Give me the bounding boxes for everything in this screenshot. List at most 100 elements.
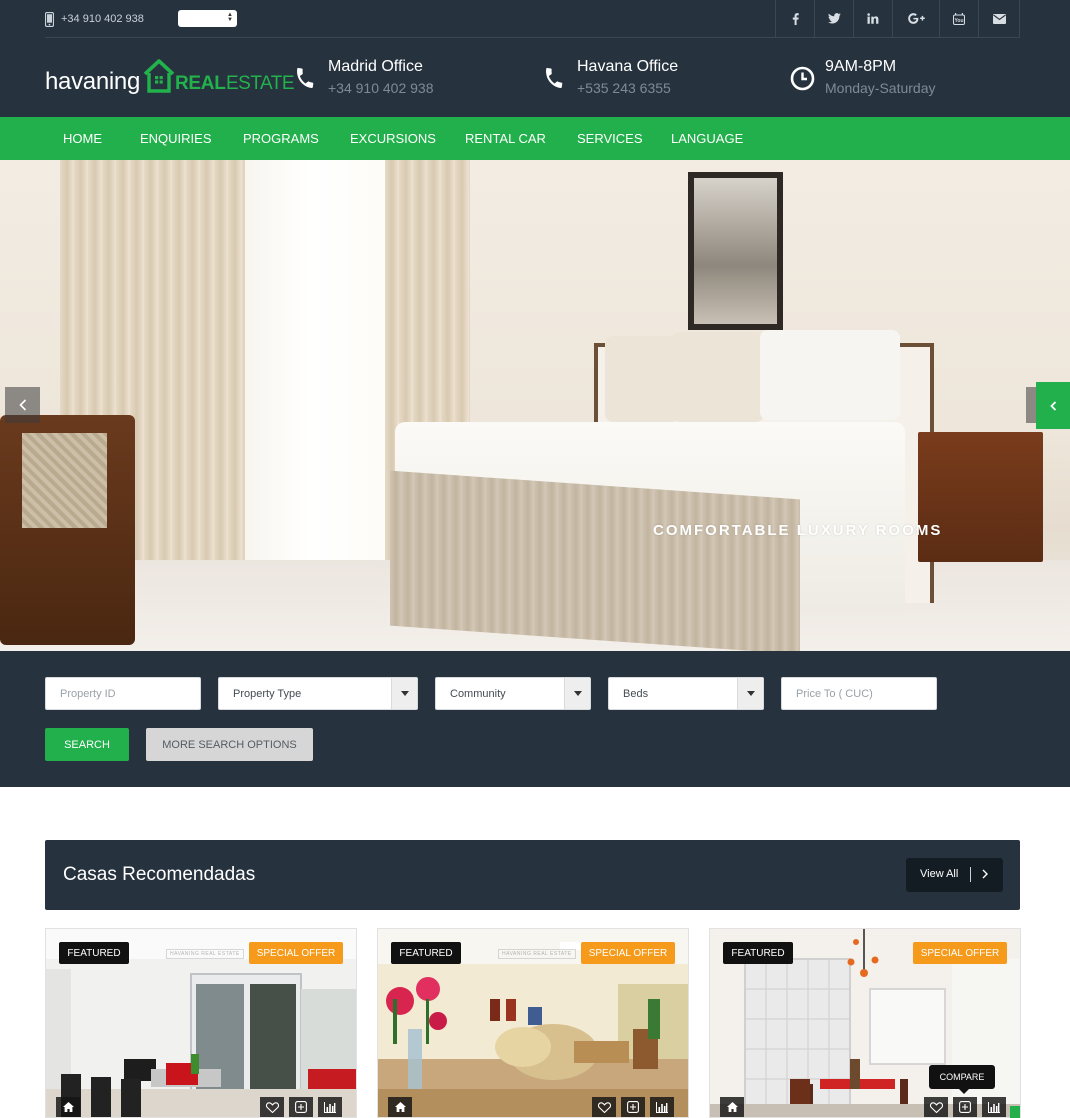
property-card[interactable]: FEATURED SPECIAL OFFER COMPARE [709,928,1021,1118]
compare-tooltip: COMPARE [929,1065,995,1094]
property-id-placeholder: Property ID [60,688,116,700]
beds-select[interactable]: Beds [608,677,764,710]
contact-madrid: Madrid Office +34 910 402 938 [293,58,493,102]
house-logo-icon [143,59,175,93]
envelope-icon [992,13,1006,24]
social-youtube[interactable]: You [939,0,978,37]
favorite-button[interactable] [592,1097,616,1117]
social-twitter[interactable] [814,0,853,37]
dropdown-toggle [564,678,590,709]
community-value: Community [450,688,506,700]
phone-icon [546,67,563,89]
property-card[interactable]: HAVANING REAL ESTATE FEATURED SPECIAL OF… [45,928,357,1118]
nav-item-services[interactable]: SERVICES [577,131,643,146]
view-all-divider [970,867,971,882]
logo-estate: ESTATE [226,73,295,94]
home-icon [726,1102,738,1112]
top-bar: +34 910 402 938 ▲ ▼ You [0,0,1070,38]
scroll-indicator [1010,1106,1020,1118]
hero-slider: COMFORTABLE LUXURY ROOMS [0,160,1070,651]
property-id-input[interactable]: Property ID [45,677,201,710]
logo-real: REAL [175,73,226,94]
stats-button[interactable] [982,1097,1006,1117]
property-card[interactable]: HAVANING REAL ESTATE FEATURED SPECIAL OF… [377,928,689,1118]
hero-chair [0,415,135,645]
view-all-label: View All [920,868,959,880]
home-icon [394,1102,406,1112]
mobile-phone-icon [45,11,54,27]
property-type-select[interactable]: Property Type [218,677,418,710]
bar-chart-icon [324,1101,336,1113]
favorite-button[interactable] [924,1097,948,1117]
dropdown-toggle [391,678,417,709]
nav-item-excursions[interactable]: EXCURSIONS [350,131,436,146]
featured-badge: FEATURED [723,942,793,964]
price-to-input[interactable]: Price To ( CUC) [781,677,937,710]
youtube-icon: You [953,12,965,25]
contact-hours-title: 9AM-8PM [825,58,897,75]
hero-painting [688,172,783,330]
community-select[interactable]: Community [435,677,591,710]
compare-button[interactable] [953,1097,977,1117]
side-panel-toggle[interactable] [1036,382,1070,429]
top-phone-number: +34 910 402 938 [61,13,144,25]
heart-icon [265,1101,279,1113]
featured-badge: FEATURED [391,942,461,964]
property-type-value: Property Type [233,688,302,700]
facebook-icon [792,12,799,25]
site-header: havaning REAL ESTATE Madrid Office +34 9… [0,38,1070,117]
hero-caption: COMFORTABLE LUXURY ROOMS [653,522,943,539]
social-linkedin[interactable] [853,0,892,37]
stats-button[interactable] [318,1097,342,1117]
property-search: Property ID Property Type Community Beds… [0,651,1070,787]
photo-watermark: HAVANING REAL ESTATE [498,949,576,959]
heart-icon [929,1101,943,1113]
clock-icon [790,66,815,91]
site-logo[interactable]: havaning REAL ESTATE [45,59,295,99]
nav-item-language[interactable]: LANGUAGE [671,131,743,146]
property-type-home-icon [56,1097,80,1117]
caret-down-icon [746,691,755,696]
view-all-button[interactable]: View All [906,858,1003,892]
chevron-right-icon [982,869,988,879]
hero-bed-skirt [390,470,800,651]
contact-madrid-phone[interactable]: +34 910 402 938 [328,80,434,96]
social-email[interactable] [978,0,1020,37]
favorite-button[interactable] [260,1097,284,1117]
nav-item-rental-car[interactable]: RENTAL CAR [465,131,546,146]
dropdown-toggle [737,678,763,709]
nav-item-enquiries[interactable]: ENQUIRIES [140,131,212,146]
plus-square-icon [627,1101,639,1113]
contact-hours: 9AM-8PM Monday-Saturday [790,58,990,102]
contact-havana-phone[interactable]: +535 243 6355 [577,80,671,96]
slider-prev-button[interactable] [5,387,40,423]
social-facebook[interactable] [775,0,814,37]
section-title: Casas Recomendadas [63,864,256,885]
compare-button[interactable] [621,1097,645,1117]
contact-havana-title: Havana Office [577,58,679,75]
caret-down-icon [400,691,409,696]
stats-button[interactable] [650,1097,674,1117]
beds-value: Beds [623,688,649,700]
plus-square-icon [295,1101,307,1113]
logo-word: havaning [45,68,141,95]
compare-button[interactable] [289,1097,313,1117]
nav-item-programs[interactable]: PROGRAMS [243,131,319,146]
more-search-options-button[interactable]: MORE SEARCH OPTIONS [146,728,313,761]
caret-down-icon [573,691,582,696]
special-offer-badge: SPECIAL OFFER [249,942,343,964]
search-button[interactable]: SEARCH [45,728,129,761]
linkedin-icon [867,13,879,24]
chevron-left-icon [1049,400,1056,411]
photo-watermark: HAVANING REAL ESTATE [166,949,244,959]
hero-nightstand [918,432,1043,562]
hero-pillow [605,336,680,422]
slider-next-button[interactable] [1026,387,1036,423]
language-select[interactable]: ▲ ▼ [178,10,237,27]
special-offer-badge: SPECIAL OFFER [581,942,675,964]
social-google-plus[interactable] [892,0,939,37]
chevron-left-icon [18,399,26,411]
price-to-placeholder: Price To ( CUC) [796,688,873,700]
plus-square-icon [959,1101,971,1113]
nav-item-home[interactable]: HOME [63,131,102,146]
